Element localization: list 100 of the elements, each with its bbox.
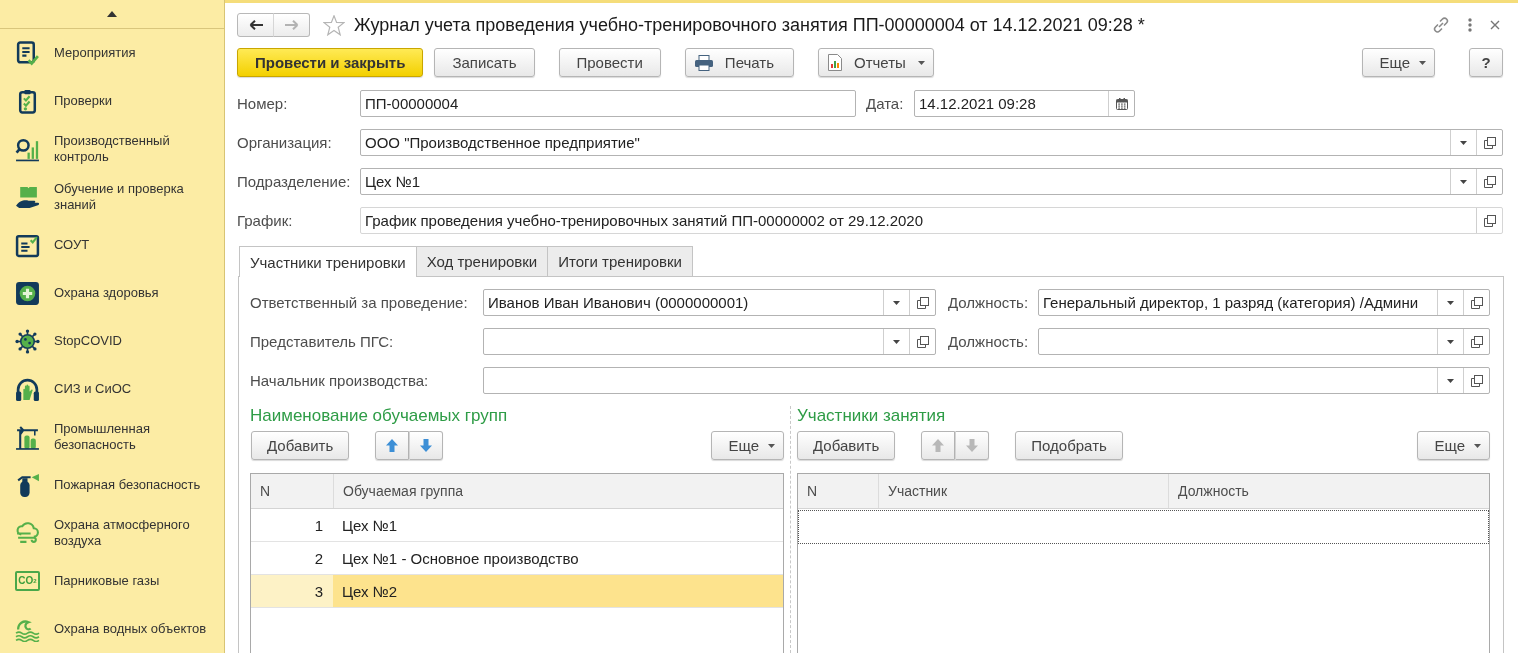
close-icon[interactable]	[1490, 20, 1500, 30]
sidebar-item[interactable]: Охрана водных объектов	[54, 621, 207, 637]
toolbar-button[interactable]: Провести	[558, 48, 661, 77]
sidebar-item[interactable]: СОУТ	[54, 237, 90, 253]
caret-icon	[1447, 339, 1454, 344]
sidebar-item[interactable]: Проверки	[54, 93, 112, 109]
field-label: График:	[237, 212, 294, 229]
add-button[interactable]: Добавить	[797, 431, 896, 460]
field-label: Должность:	[948, 333, 1030, 350]
overlapping-squares-icon	[1483, 136, 1496, 149]
list-check-icon	[15, 232, 40, 258]
sidebar-item[interactable]: Мероприятия	[54, 45, 136, 61]
select-field[interactable]: Иванов Иван Иванович (0000000001)	[483, 289, 936, 316]
sidebar-item[interactable]: StopCOVID	[54, 333, 122, 349]
field-label: Представитель ПГС:	[250, 333, 395, 350]
toolbar-button[interactable]: Записать	[434, 48, 535, 77]
hand-book-icon	[15, 184, 40, 210]
more-button[interactable]: Еще	[711, 431, 784, 460]
caret-icon	[1460, 140, 1467, 145]
select-field[interactable]	[1038, 328, 1490, 355]
field-label: Номер:	[237, 95, 289, 112]
sidebar-item[interactable]: Охрана атмосферного воздуха	[54, 517, 214, 549]
overlapping-squares-icon	[1470, 296, 1483, 309]
cloud-wind-icon	[15, 520, 40, 546]
overlapping-squares-icon	[1483, 175, 1496, 188]
column-header[interactable]: N	[251, 474, 333, 508]
sidebar-item[interactable]: СИЗ и СиОС	[54, 381, 132, 397]
sidebar-item[interactable]: Производственный контроль	[54, 133, 214, 165]
table-cell-text: Цех №2	[341, 581, 399, 602]
pick-button[interactable]: Подобрать	[1015, 431, 1123, 460]
table-row[interactable]: 3 Цех №2	[251, 575, 783, 608]
field-label: Ответственный за проведение:	[250, 294, 469, 311]
select-field[interactable]	[483, 328, 936, 355]
up-arrow-icon	[932, 439, 945, 452]
move-up-button[interactable]	[375, 431, 410, 460]
virus-icon	[15, 328, 40, 354]
caret-icon	[1460, 179, 1467, 184]
window-title: Журнал учета проведения учебно-тренировочного занятия ПП-00000004 от 14.12.2021 09:28 *	[354, 14, 1145, 36]
crane-tanks-icon	[15, 424, 40, 450]
select-field[interactable]	[483, 367, 1490, 394]
back-button[interactable]	[237, 13, 274, 37]
reference-field[interactable]: График проведения учебно-тренировочных занятий ПП-00000002 от 29.12.2020	[360, 207, 1503, 234]
select-field[interactable]: Цех №1	[360, 168, 1503, 195]
tab[interactable]: Ход тренировки	[415, 246, 549, 276]
printer-icon	[694, 54, 713, 71]
sidebar-item[interactable]: Охрана здоровья	[54, 285, 159, 301]
up-arrow-icon	[386, 439, 399, 452]
headphones-hand-icon	[15, 376, 40, 402]
left-arrow-icon	[248, 20, 263, 30]
more-button[interactable]: Еще	[1417, 431, 1490, 460]
column-header[interactable]: Участник	[878, 474, 1168, 508]
sidebar-item[interactable]: Обучение и проверка знаний	[54, 181, 214, 213]
caret-icon	[893, 300, 900, 305]
date-field[interactable]: 14.12.2021 09:28	[914, 90, 1135, 117]
down-arrow-icon	[420, 439, 433, 452]
primary-button[interactable]: Провести и закрыть	[237, 48, 424, 77]
magnifier-chart-icon	[15, 136, 40, 162]
tab[interactable]: Итоги тренировки	[547, 246, 693, 276]
reports-button[interactable]: Отчеты	[818, 48, 934, 77]
caret-icon	[1474, 443, 1481, 448]
column-header[interactable]: Должность	[1168, 474, 1489, 508]
row-number-cell-text: 2	[313, 548, 324, 569]
caret-icon	[1447, 300, 1454, 305]
column-header[interactable]: Обучаемая группа	[333, 474, 783, 508]
overlapping-squares-icon	[1470, 335, 1483, 348]
document-check-icon	[15, 40, 40, 66]
right-arrow-icon	[284, 20, 299, 30]
scroll-up-icon[interactable]	[107, 11, 117, 17]
select-field[interactable]: Генеральный директор, 1 разряд (категория) /Админи	[1038, 289, 1490, 316]
more-vertical-icon[interactable]	[1468, 18, 1472, 32]
sidebar-item[interactable]: Пожарная безопасность	[54, 477, 201, 493]
table-cell-text: Цех №1	[341, 515, 399, 536]
overlapping-squares-icon	[916, 335, 929, 348]
add-button[interactable]: Добавить	[251, 431, 350, 460]
tab[interactable]: Участники тренировки	[239, 246, 417, 277]
move-down-button[interactable]	[409, 431, 444, 460]
table-cell-text: Цех №1 - Основное производство	[341, 548, 580, 569]
table-row[interactable]: 1 Цех №1	[251, 509, 783, 542]
caret-icon	[1447, 378, 1454, 383]
field-label: Должность:	[948, 294, 1030, 311]
field-label: Начальник производства:	[250, 372, 430, 389]
sidebar-item[interactable]: Промышленная безопасность	[54, 421, 214, 453]
section-title: Участники занятия	[797, 406, 947, 426]
print-button[interactable]: Печать	[684, 48, 794, 77]
caret-icon	[917, 60, 925, 65]
more-button[interactable]: Еще	[1362, 48, 1435, 77]
chart-document-icon	[828, 54, 842, 71]
help-button[interactable]: ?	[1469, 48, 1503, 77]
field-label: Подразделение:	[237, 173, 352, 190]
text-field[interactable]: ПП-00000004	[360, 90, 856, 117]
select-field[interactable]: ООО "Производственное предприятие"	[360, 129, 1503, 156]
field-label: Дата:	[866, 95, 905, 112]
sidebar-item[interactable]: Парниковые газы	[54, 573, 160, 589]
row-number-cell-text: 1	[313, 515, 324, 536]
overlapping-squares-icon	[1470, 374, 1483, 387]
overlapping-squares-icon	[916, 296, 929, 309]
link-icon[interactable]	[1432, 16, 1450, 34]
column-header[interactable]: N	[798, 474, 878, 508]
star-icon[interactable]	[323, 14, 345, 36]
caret-icon	[768, 443, 775, 448]
